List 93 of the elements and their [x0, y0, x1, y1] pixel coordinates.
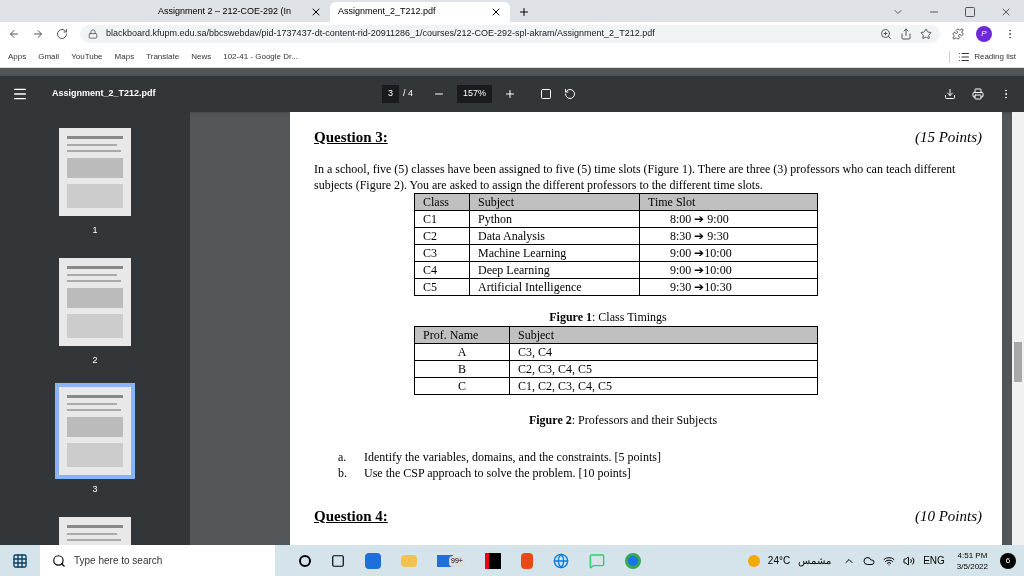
list-marker: a.	[338, 448, 348, 465]
share-icon[interactable]	[900, 28, 912, 40]
task-text: Identify the variables, domains, and the constraints. [5 points]	[364, 448, 661, 465]
maximize-icon[interactable]	[964, 6, 976, 18]
table-cell: Artificial Intelligence	[469, 278, 640, 295]
fit-page-icon[interactable]	[540, 88, 553, 100]
figure-caption: Figure 2: Professors and their Subjects	[528, 412, 718, 427]
bookmark-link[interactable]: Maps	[114, 50, 135, 63]
table-cell: 9:00 ➔10:00	[639, 244, 818, 261]
start-icon[interactable]	[12, 552, 28, 569]
cortana-icon[interactable]	[299, 554, 311, 567]
url-text: blackboard.kfupm.edu.sa/bbcswebdav/pid-1737437-dt-content-rid-20911286_1/courses/212-COE-292-spl-akram/Assignment_2_T212.pdf	[106, 27, 656, 41]
table-cell: 8:00 ➔ 9:00	[639, 210, 818, 227]
notification-badge[interactable]: 6	[1000, 552, 1016, 569]
task-text: Use the CSP approach to solve the problem. [10 points]	[364, 464, 631, 481]
star-icon[interactable]	[920, 28, 932, 40]
download-icon[interactable]	[944, 88, 956, 100]
task-view-icon[interactable]	[331, 553, 345, 568]
menu-icon[interactable]	[12, 86, 28, 102]
list-marker: b.	[338, 464, 348, 481]
table-cell: B	[414, 360, 510, 377]
cloud-icon[interactable]	[863, 554, 876, 567]
close-icon[interactable]	[490, 6, 502, 18]
profile-avatar[interactable]: P	[976, 26, 992, 42]
weather-text: مشمس	[798, 554, 832, 568]
browser-tab[interactable]: Assignment_2_T212.pdf	[330, 2, 510, 22]
table-cell: Prof. Name	[414, 326, 510, 343]
clock[interactable]: 4:51 PM 3/5/2022	[956, 549, 988, 572]
bookmark-link[interactable]: News	[191, 50, 212, 63]
bookmark-link[interactable]: Translate	[146, 50, 180, 63]
print-icon[interactable]	[972, 88, 984, 100]
zoom-icon[interactable]	[880, 28, 892, 40]
question-title: Question 3:	[314, 128, 388, 147]
table-cell: Subject	[469, 193, 640, 210]
reading-list-button[interactable]: Reading list	[949, 50, 1016, 63]
table-cell: Python	[469, 210, 640, 227]
sun-icon	[747, 554, 760, 567]
lock-icon	[88, 29, 98, 39]
close-icon[interactable]	[310, 6, 322, 18]
bookmark-link[interactable]: YouTube	[71, 50, 103, 63]
bookmark-link[interactable]: Apps	[8, 50, 27, 63]
forward-icon[interactable]	[32, 28, 44, 40]
table-cell: C3, C4	[509, 343, 818, 360]
temperature-text: 24°C	[767, 554, 791, 568]
table-cell: C3	[414, 244, 470, 261]
table-cell: C4	[414, 261, 470, 278]
scrollbar[interactable]	[1012, 112, 1024, 545]
puzzle-icon[interactable]	[952, 28, 964, 40]
table-cell: C1	[414, 210, 470, 227]
volume-icon[interactable]	[903, 554, 916, 567]
language-indicator[interactable]: ENG	[923, 553, 945, 568]
page-field[interactable]: 3	[382, 85, 399, 103]
table-cell: Data Analysis	[469, 227, 640, 244]
zoom-in-icon[interactable]	[504, 88, 517, 100]
browser-tab[interactable]: Assignment 2 – 212-COE-292 (In	[150, 2, 330, 22]
page-number: 3	[92, 483, 98, 496]
zoom-field[interactable]: 157%	[457, 85, 493, 103]
search-icon	[52, 553, 66, 568]
page-number: 2	[92, 353, 98, 367]
table-cell: C1, C2, C3, C4, C5	[509, 377, 818, 394]
file-name: Assignment_2_T212.pdf	[52, 87, 157, 101]
table-cell: 9:30 ➔10:30	[639, 278, 818, 295]
table-cell: C	[414, 377, 510, 394]
taskbar-search-field[interactable]: Type here to search	[40, 545, 275, 576]
table-cell: 9:00 ➔10:00	[639, 261, 818, 278]
bookmark-link[interactable]: Gmail	[38, 50, 60, 63]
browser-icon[interactable]	[552, 552, 569, 569]
new-tab-icon[interactable]	[518, 6, 530, 18]
question-title: Question 4:	[314, 506, 388, 526]
table-cell: C5	[414, 278, 470, 295]
table-cell: C2, C3, C4, C5	[509, 360, 818, 377]
points-text: (10 Points)	[914, 506, 982, 526]
question-text: In a school, five (5) classes have been assigned to five (5) time slots (Figure 1). There are three (3) professors who can teach different subjects (Figure 2). You are asked to assign the different professors to the different time slots.	[314, 160, 957, 193]
bookmark-link[interactable]: 102-41 - Google Dr...	[223, 50, 298, 63]
points-text: (15 Points)	[914, 128, 982, 147]
list-icon	[958, 50, 971, 63]
rotate-icon[interactable]	[564, 88, 577, 100]
table-cell: A	[414, 343, 510, 360]
back-icon[interactable]	[8, 28, 20, 40]
address-bar[interactable]: blackboard.kfupm.edu.sa/bbcswebdav/pid-1737437-dt-content-rid-20911286_1/courses/212-COE-292-spl-akram/Assignment_2_T212.pdf	[80, 25, 940, 43]
table-cell: Class	[414, 193, 470, 210]
figure-caption: Figure 1: Class Timings	[549, 309, 667, 324]
table-cell: C2	[414, 227, 470, 244]
wifi-icon[interactable]	[883, 554, 896, 567]
page-count: / 4	[403, 87, 414, 101]
table-cell: Subject	[509, 326, 818, 343]
table-cell: 8:30 ➔ 9:30	[639, 227, 818, 244]
page-thumbnail[interactable]	[55, 383, 135, 479]
table-cell: Machine Learning	[469, 244, 640, 261]
reload-icon[interactable]	[56, 28, 68, 40]
table-cell: Time Slot	[639, 193, 818, 210]
table-cell: Deep Learning	[469, 261, 640, 278]
page-number: 1	[92, 224, 98, 237]
